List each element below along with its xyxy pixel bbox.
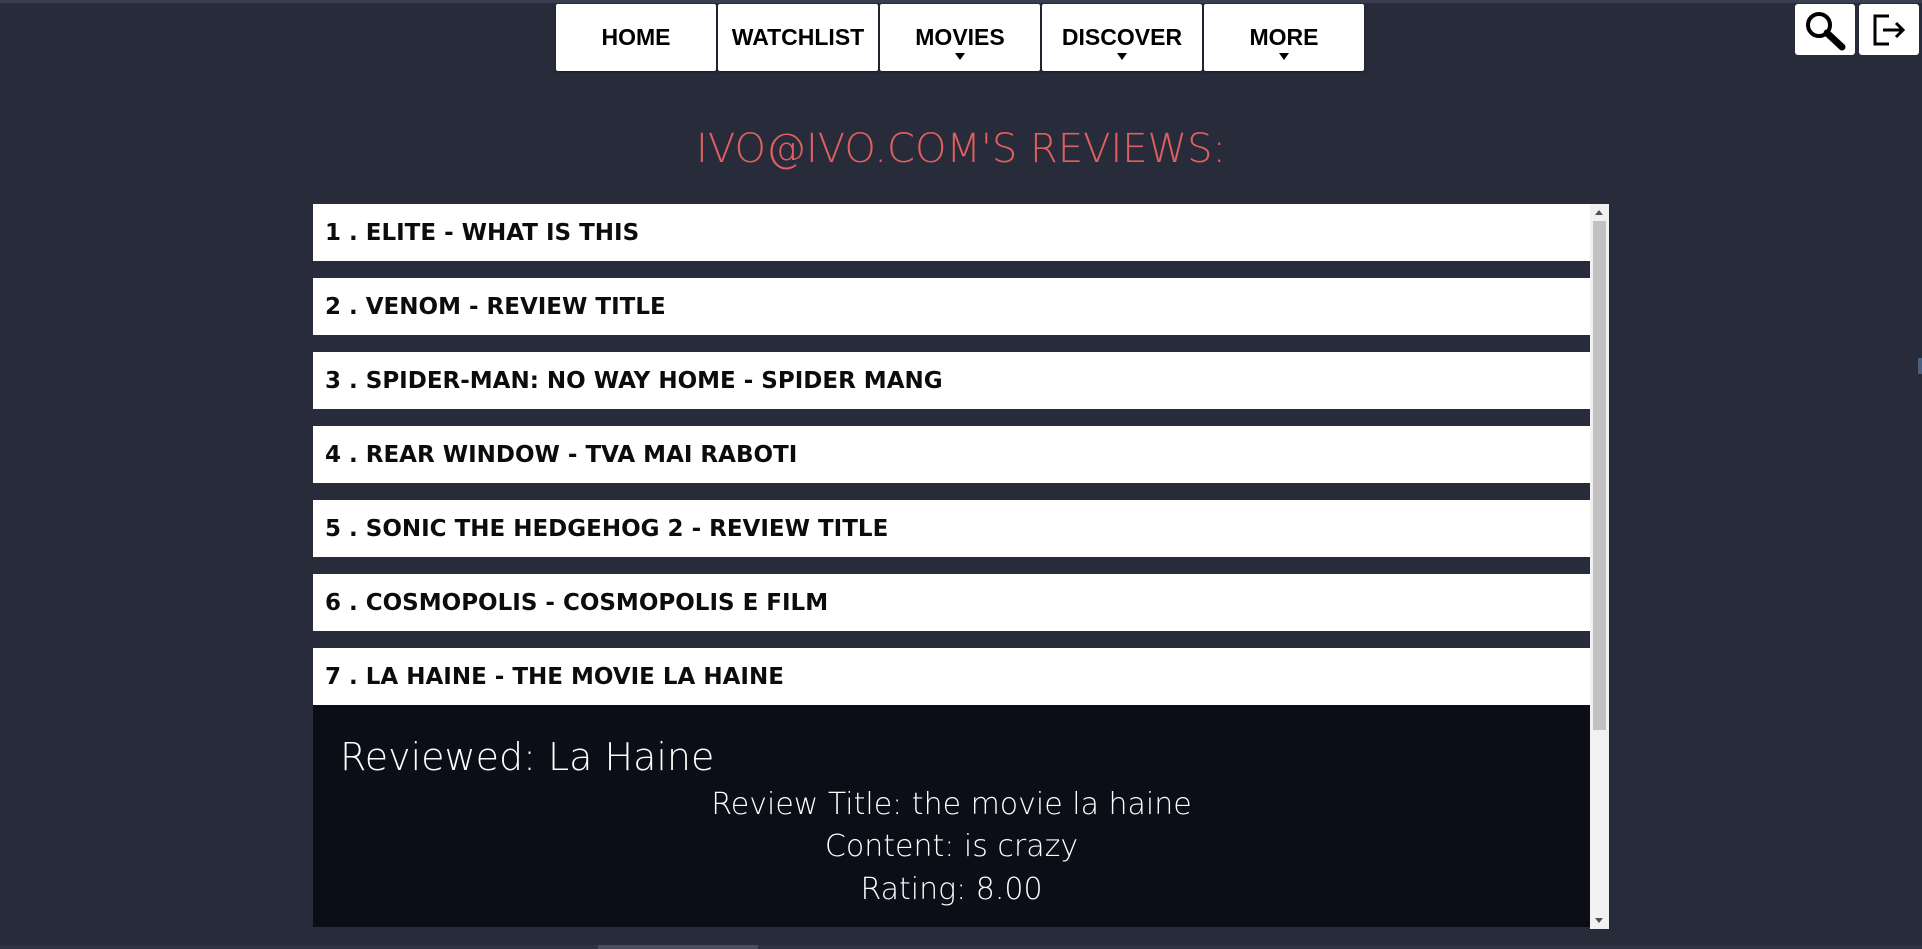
caret-down-icon xyxy=(1279,53,1289,60)
nav-movies-label: MOVIES xyxy=(915,24,1005,50)
review-item[interactable]: 3 . SPIDER-MAN: NO WAY HOME - SPIDER MAN… xyxy=(313,352,1590,409)
review-item-label: 7 . LA HAINE - THE MOVIE LA HAINE xyxy=(325,663,784,690)
review-item[interactable]: 1 . ELITE - WHAT IS THIS xyxy=(313,204,1590,261)
review-item-label: 3 . SPIDER-MAN: NO WAY HOME - SPIDER MAN… xyxy=(325,367,943,394)
review-item[interactable]: 6 . COSMOPOLIS - COSMOPOLIS E FILM xyxy=(313,574,1590,631)
search-button[interactable] xyxy=(1795,4,1855,55)
page-vertical-scroll-indicator xyxy=(1918,358,1922,374)
list-scrollbar[interactable] xyxy=(1590,204,1609,929)
magnifier-icon xyxy=(1806,11,1846,50)
review-item-label: 1 . ELITE - WHAT IS THIS xyxy=(325,219,640,246)
main-nav: HOME WATCHLIST MOVIES DISCOVER MORE xyxy=(556,4,1364,71)
review-item-selected[interactable]: 7 . LA HAINE - THE MOVIE LA HAINE xyxy=(313,648,1590,705)
nav-watchlist-label: WATCHLIST xyxy=(731,24,865,50)
review-item[interactable]: 5 . SONIC THE HEDGEHOG 2 - REVIEW TITLE xyxy=(313,500,1590,557)
nav-discover[interactable]: DISCOVER xyxy=(1042,4,1202,71)
review-item[interactable]: 4 . REAR WINDOW - TVA MAI RABOTI xyxy=(313,426,1590,483)
review-detail: Reviewed: La Haine Review Title: the mov… xyxy=(313,705,1590,927)
nav-discover-label: DISCOVER xyxy=(1061,24,1183,50)
nav-more[interactable]: MORE xyxy=(1204,4,1364,71)
nav-more-label: MORE xyxy=(1249,24,1319,50)
scroll-down-arrow-icon[interactable] xyxy=(1595,918,1603,923)
page-horizontal-scrollbar-thumb[interactable] xyxy=(598,945,758,949)
review-item[interactable]: 2 . VENOM - REVIEW TITLE xyxy=(313,278,1590,335)
reviews-panel: 1 . ELITE - WHAT IS THIS 2 . VENOM - REV… xyxy=(313,204,1609,929)
nav-home[interactable]: HOME xyxy=(556,4,716,71)
caret-down-icon xyxy=(1117,53,1127,60)
scroll-up-arrow-icon[interactable] xyxy=(1595,210,1603,215)
review-item-label: 6 . COSMOPOLIS - COSMOPOLIS E FILM xyxy=(325,589,829,616)
top-edge xyxy=(0,0,1922,3)
review-detail-review-title: Review Title: the movie la haine xyxy=(711,787,1192,822)
nav-watchlist[interactable]: WATCHLIST xyxy=(718,4,878,71)
page: HOME WATCHLIST MOVIES DISCOVER MORE IVO@… xyxy=(0,0,1922,949)
review-item-label: 4 . REAR WINDOW - TVA MAI RABOTI xyxy=(325,441,798,468)
review-detail-content: Content: is crazy xyxy=(824,829,1079,864)
nav-home-label: HOME xyxy=(601,24,671,50)
page-horizontal-scrollbar[interactable] xyxy=(0,945,1922,949)
page-title: IVO@IVO.COM'S REVIEWS: xyxy=(696,126,1226,172)
logout-button[interactable] xyxy=(1859,4,1919,55)
review-item-label: 2 . VENOM - REVIEW TITLE xyxy=(325,293,666,320)
reviews-list: 1 . ELITE - WHAT IS THIS 2 . VENOM - REV… xyxy=(313,204,1590,927)
nav-movies[interactable]: MOVIES xyxy=(880,4,1040,71)
review-detail-rating: Rating: 8.00 xyxy=(860,872,1043,907)
logout-icon xyxy=(1873,14,1906,45)
review-detail-title: Reviewed: La Haine xyxy=(340,735,715,779)
caret-down-icon xyxy=(955,53,965,60)
review-item-label: 5 . SONIC THE HEDGEHOG 2 - REVIEW TITLE xyxy=(325,515,889,542)
scrollbar-thumb[interactable] xyxy=(1593,221,1606,730)
